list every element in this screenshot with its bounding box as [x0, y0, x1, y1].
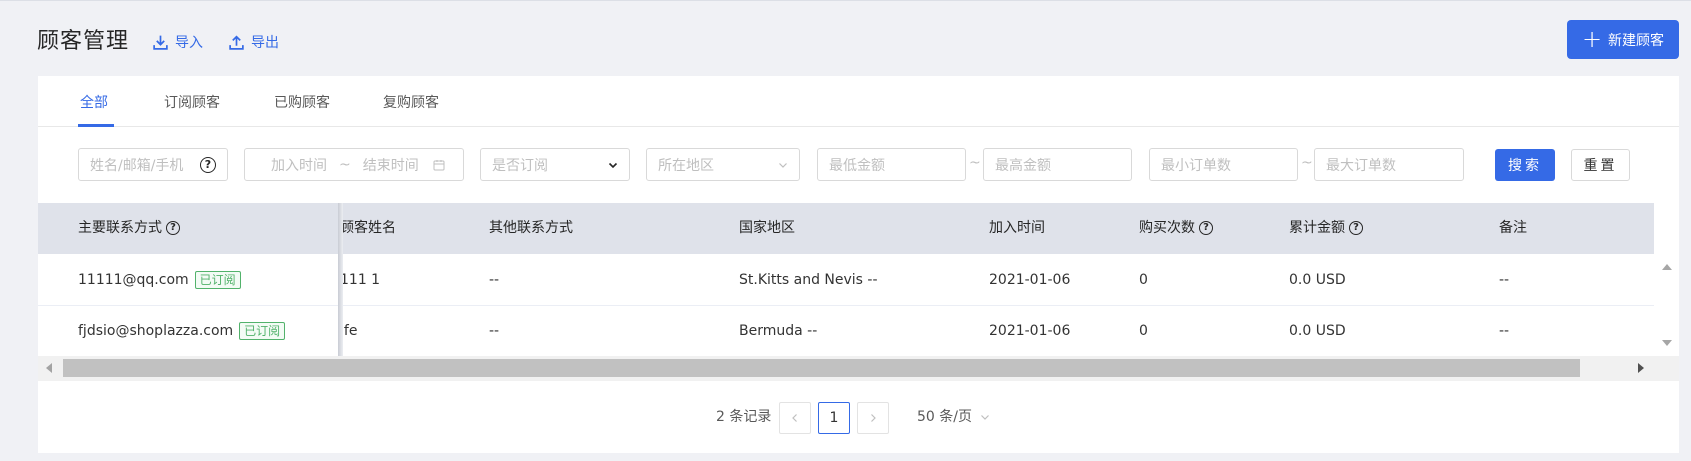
min-orders-input[interactable]: 最小订单数: [1149, 148, 1298, 181]
fixed-column-shadow: [338, 203, 343, 356]
column-header-primary-contact: 主要联系方式 ?: [78, 219, 180, 237]
min-orders-placeholder: 最小订单数: [1161, 157, 1231, 174]
max-orders-input[interactable]: 最大订单数: [1314, 148, 1464, 181]
search-placeholder: 姓名/邮箱/手机: [90, 157, 184, 174]
page-size-select[interactable]: 50 条/页: [917, 407, 990, 427]
active-tab-indicator: [78, 124, 114, 127]
total-records: 2 条记录: [716, 409, 772, 425]
date-range-separator: ~: [339, 156, 351, 173]
contact-email: 11111@qq.com: [78, 272, 189, 288]
region-placeholder: 所在地区: [658, 157, 714, 174]
page-number-button[interactable]: 1: [818, 402, 850, 434]
table-row-1-country-region: St.Kitts and Nevis --: [739, 272, 878, 288]
table-row-2-primary-contact: fjdsio@shoplazza.com 已订阅: [78, 322, 286, 340]
table-row-1-other-contact: --: [489, 272, 500, 288]
prev-page-button[interactable]: [779, 402, 811, 434]
max-orders-placeholder: 最大订单数: [1326, 157, 1396, 174]
help-icon[interactable]: ?: [1349, 221, 1363, 235]
column-header-country-region: 国家地区: [739, 219, 795, 237]
chevron-down-icon: [981, 415, 989, 420]
chevron-down-icon: [779, 162, 787, 168]
page-size-label: 50 条/页: [917, 409, 972, 425]
join-end-placeholder: 结束时间: [362, 157, 419, 174]
join-date-range-picker[interactable]: 加入时间 ~ 结束时间: [244, 148, 464, 181]
new-customer-button[interactable]: + 新建顾客: [1567, 20, 1679, 59]
table-row-1-primary-contact: 11111@qq.com 已订阅: [78, 271, 241, 289]
column-header-label: 国家地区: [739, 220, 795, 236]
row-divider: [38, 305, 1654, 306]
help-icon[interactable]: ?: [200, 156, 216, 173]
column-header-notes: 备注: [1499, 219, 1527, 237]
scroll-right-arrow-icon[interactable]: [1638, 363, 1644, 373]
chevron-down-icon: [608, 162, 618, 168]
column-header-join-time: 加入时间: [989, 219, 1045, 237]
column-header-other-contact: 其他联系方式: [489, 219, 573, 237]
max-amount-placeholder: 最高金额: [995, 157, 1051, 174]
chevron-left-icon: [792, 414, 797, 422]
help-icon[interactable]: ?: [166, 221, 180, 235]
page-title: 顾客管理: [37, 29, 130, 54]
table-row-2-purchase-count: 0: [1139, 323, 1148, 339]
region-select[interactable]: 所在地区: [646, 148, 800, 181]
column-header-label: 累计金额: [1289, 220, 1345, 236]
search-button[interactable]: 搜索: [1495, 149, 1555, 181]
subscribed-badge: 已订阅: [194, 271, 241, 289]
table-row-1-join-time: 2021-01-06: [989, 272, 1071, 288]
column-header-label: 顾客姓名: [340, 220, 396, 236]
table-row-2-total-amount: 0.0 USD: [1289, 323, 1346, 339]
tab-repurchase[interactable]: 复购顾客: [383, 93, 439, 113]
horizontal-scroll-thumb[interactable]: [63, 359, 1580, 377]
export-label: 导出: [251, 35, 279, 51]
column-header-label: 备注: [1499, 220, 1527, 236]
search-input[interactable]: 姓名/邮箱/手机 ?: [78, 148, 228, 181]
subscribed-badge: 已订阅: [239, 322, 286, 340]
scroll-left-arrow-icon[interactable]: [46, 363, 52, 373]
import-label: 导入: [175, 35, 203, 51]
help-icon[interactable]: ?: [1199, 221, 1213, 235]
next-page-button[interactable]: [857, 402, 889, 434]
table-row-1-purchase-count: 0: [1139, 272, 1148, 288]
calendar-icon: [433, 159, 445, 170]
new-customer-label: 新建顾客: [1608, 32, 1665, 49]
scroll-up-arrow-icon[interactable]: [1662, 264, 1672, 270]
subscription-select[interactable]: 是否订阅: [480, 148, 630, 181]
tab-purchased[interactable]: 已购顾客: [274, 93, 330, 113]
table-header: [38, 203, 1654, 254]
table-row-2-other-contact: --: [489, 323, 500, 339]
min-amount-placeholder: 最低金额: [829, 157, 885, 174]
amount-range-separator: ~: [969, 155, 981, 171]
horizontal-scrollbar[interactable]: [38, 356, 1679, 381]
column-header-purchase-count: 购买次数 ?: [1139, 219, 1213, 237]
orders-range-separator: ~: [1301, 155, 1313, 171]
join-start-placeholder: 加入时间: [271, 157, 327, 174]
upload-icon: [229, 34, 244, 50]
customer-card: [38, 76, 1679, 453]
subscription-placeholder: 是否订阅: [492, 157, 548, 174]
chevron-right-icon: [871, 414, 876, 422]
column-header-label: 主要联系方式: [78, 220, 162, 236]
column-header-label: 购买次数: [1139, 220, 1195, 236]
table-row-2-country-region: Bermuda --: [739, 323, 818, 339]
column-header-total-amount: 累计金额 ?: [1289, 219, 1363, 237]
max-amount-input[interactable]: 最高金额: [983, 148, 1132, 181]
table-row-1-notes: --: [1499, 272, 1510, 288]
vertical-scrollbar[interactable]: [1654, 254, 1679, 356]
download-icon: [153, 35, 168, 50]
plus-icon: +: [1581, 24, 1603, 53]
contact-email: fjdsio@shoplazza.com: [78, 323, 234, 339]
tab-all[interactable]: 全部: [80, 93, 108, 113]
table-row-1-customer-name: 111 1: [340, 272, 381, 288]
table-row-1-total-amount: 0.0 USD: [1289, 272, 1346, 288]
table-row-2-join-time: 2021-01-06: [989, 323, 1071, 339]
column-header-label: 其他联系方式: [489, 220, 573, 236]
min-amount-input[interactable]: 最低金额: [817, 148, 966, 181]
tab-subscribed[interactable]: 订阅顾客: [164, 93, 220, 113]
column-header-label: 加入时间: [989, 220, 1045, 236]
import-button[interactable]: 导入: [152, 32, 203, 52]
table-row-2-notes: --: [1499, 323, 1510, 339]
scroll-down-arrow-icon[interactable]: [1662, 340, 1672, 346]
reset-button[interactable]: 重置: [1571, 149, 1630, 181]
column-header-customer-name: 顾客姓名: [338, 219, 438, 237]
export-button[interactable]: 导出: [228, 32, 279, 52]
